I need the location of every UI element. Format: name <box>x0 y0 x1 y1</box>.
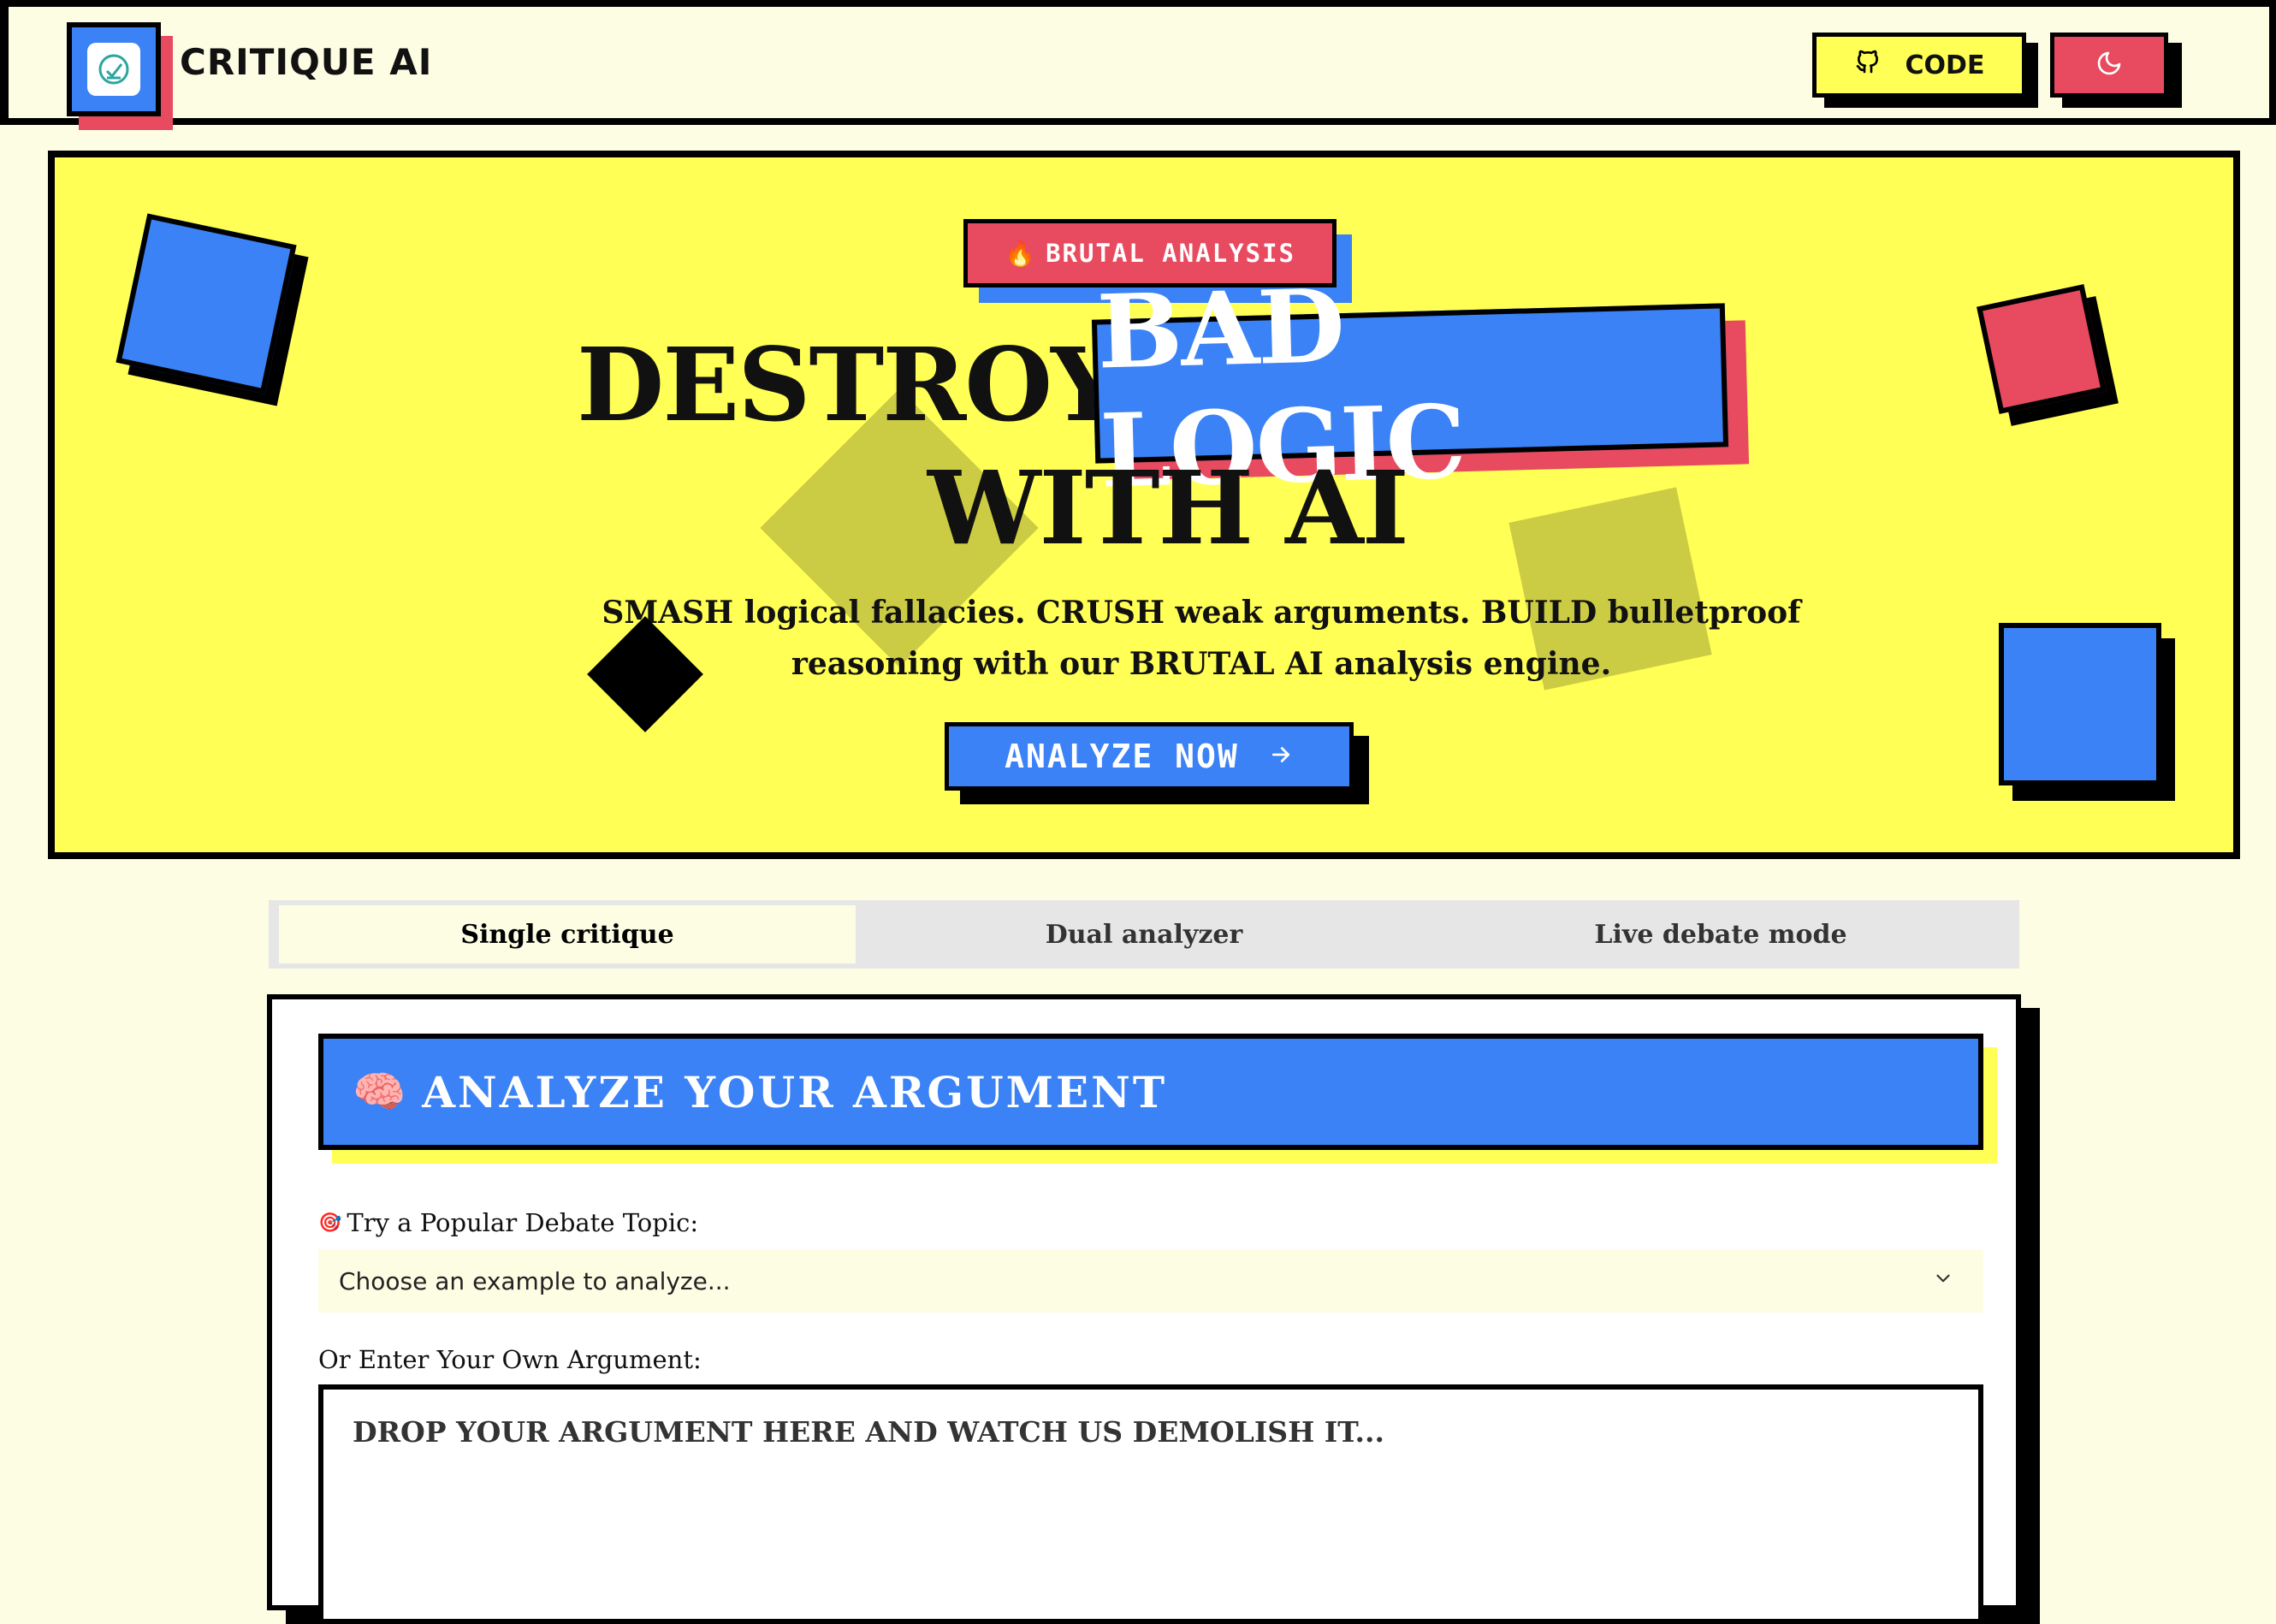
mode-tabs: Single critique Dual analyzer Live debat… <box>269 900 2019 969</box>
topic-select[interactable]: Choose an example to analyze... <box>318 1249 1983 1313</box>
code-button[interactable]: CODE <box>1812 33 2026 98</box>
brand-name: CRITIQUE AI <box>180 41 433 83</box>
theme-toggle-button[interactable] <box>2050 33 2168 98</box>
target-icon: 🎯 <box>318 1212 342 1234</box>
hero-subtitle-line1: SMASH logical fallacies. CRUSH weak argu… <box>602 595 1801 631</box>
topic-select-value: Choose an example to analyze... <box>339 1266 731 1295</box>
hero-title-line2: WITH AI <box>928 448 1409 567</box>
badge-label: BRUTAL ANALYSIS <box>1046 239 1295 268</box>
analyze-now-button[interactable]: ANALYZE NOW <box>945 722 1354 791</box>
top-nav: CRITIQUE AI CODE <box>0 0 2276 130</box>
logo[interactable] <box>67 22 161 116</box>
moon-icon <box>2095 50 2123 80</box>
hero-title-part1: DESTROY <box>577 325 1123 444</box>
fire-icon: 🔥 <box>1004 238 1038 268</box>
hero-subtitle: SMASH logical fallacies. CRUSH weak argu… <box>568 587 1834 690</box>
tab-live-debate-mode[interactable]: Live debate mode <box>1432 905 2009 963</box>
hero-highlight-box: BAD LOGIC <box>1091 266 1729 510</box>
hero-section: 🔥 BRUTAL ANALYSIS DESTROY BAD LOGIC WITH… <box>48 151 2240 859</box>
decor-blue-square <box>1999 623 2161 785</box>
topic-label: 🎯 Try a Popular Debate Topic: <box>318 1208 698 1237</box>
arrow-right-icon <box>1268 738 1294 775</box>
tab-single-critique[interactable]: Single critique <box>279 905 856 963</box>
decor-red-square <box>1977 284 2107 414</box>
decor-blue-square <box>116 213 297 394</box>
argument-input[interactable] <box>318 1384 1983 1624</box>
tab-dual-analyzer[interactable]: Dual analyzer <box>856 905 1432 963</box>
own-argument-label: Or Enter Your Own Argument: <box>318 1345 702 1374</box>
card-heading-text: ANALYZE YOUR ARGUMENT <box>422 1066 1168 1117</box>
card-heading: 🧠 ANALYZE YOUR ARGUMENT <box>318 1034 1983 1150</box>
chevron-down-icon <box>1932 1267 1954 1295</box>
github-icon <box>1854 48 1882 82</box>
brain-icon: 🧠 <box>353 1066 409 1117</box>
code-button-label: CODE <box>1905 50 1985 80</box>
analyze-now-label: ANALYZE NOW <box>1005 738 1239 775</box>
analyze-card: 🧠 ANALYZE YOUR ARGUMENT 🎯 Try a Popular … <box>267 994 2021 1624</box>
topic-label-text: Try a Popular Debate Topic: <box>347 1208 699 1237</box>
logo-check-icon <box>87 43 140 96</box>
hero-subtitle-line2: reasoning with our BRUTAL AI analysis en… <box>791 646 1612 682</box>
